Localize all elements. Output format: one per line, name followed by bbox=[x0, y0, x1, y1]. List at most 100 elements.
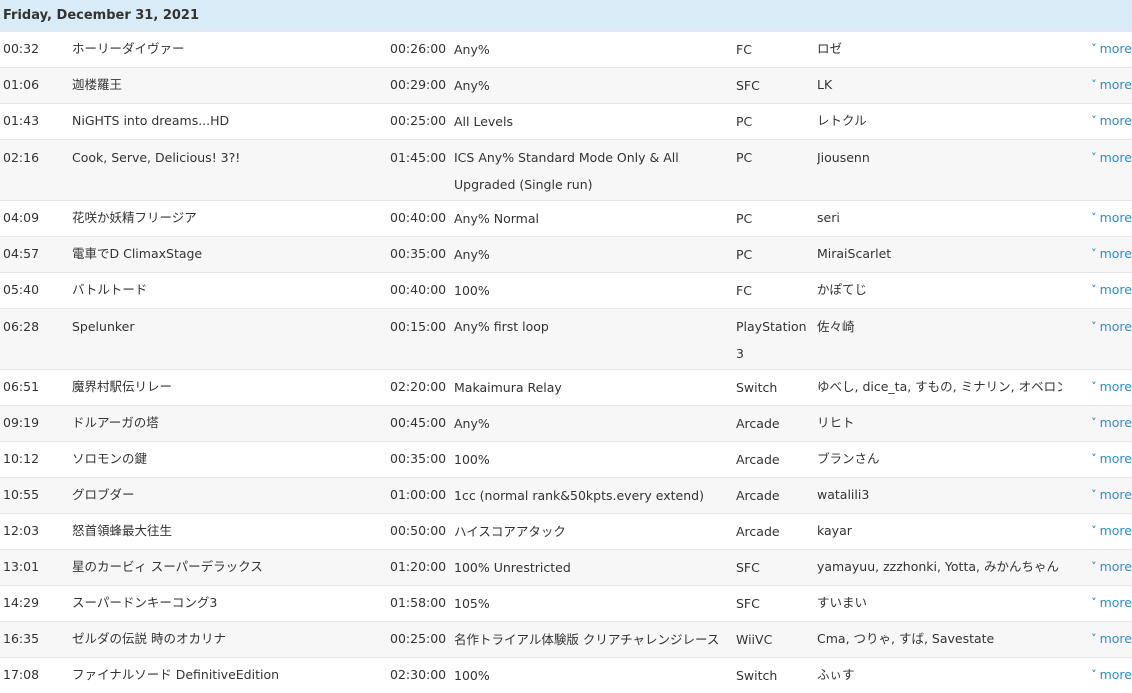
category: Any% first loop bbox=[454, 309, 736, 370]
game-title: ソロモンの鍵 bbox=[72, 442, 390, 478]
platform: Arcade bbox=[736, 478, 817, 514]
estimate: 01:45:00 bbox=[390, 140, 454, 201]
schedule-table: 00:32 ホーリーダイヴァー 00:26:00 Any% FC ロゼ ˅mor… bbox=[0, 31, 1132, 693]
more-cell: ˅more bbox=[1062, 622, 1132, 658]
more-link[interactable]: ˅more bbox=[1091, 32, 1132, 67]
schedule-row: 17:08 ファイナルソード DefinitiveEdition 02:30:0… bbox=[0, 658, 1132, 693]
schedule-row: 06:28 Spelunker 00:15:00 Any% first loop… bbox=[0, 309, 1132, 370]
chevron-down-icon: ˅ bbox=[1091, 452, 1097, 465]
more-link[interactable]: ˅more bbox=[1091, 478, 1132, 513]
start-time: 04:09 bbox=[0, 201, 72, 237]
runners: seri bbox=[817, 201, 1062, 237]
category: Makaimura Relay bbox=[454, 370, 736, 406]
estimate: 00:35:00 bbox=[390, 237, 454, 273]
platform: FC bbox=[736, 32, 817, 68]
platform: PC bbox=[736, 140, 817, 201]
chevron-down-icon: ˅ bbox=[1091, 247, 1097, 260]
runners: すいまい bbox=[817, 586, 1062, 622]
schedule-row: 12:03 怒首領蜂最大往生 00:50:00 ハイスコアアタック Arcade… bbox=[0, 514, 1132, 550]
more-link[interactable]: ˅more bbox=[1091, 273, 1132, 308]
schedule-row: 13:01 星のカービィ スーパーデラックス 01:20:00 100% Unr… bbox=[0, 550, 1132, 586]
day-header: Friday, December 31, 2021 bbox=[0, 0, 1132, 31]
schedule-row: 02:16 Cook, Serve, Delicious! 3?! 01:45:… bbox=[0, 140, 1132, 201]
category: ICS Any% Standard Mode Only & All Upgrad… bbox=[454, 140, 736, 201]
more-label: more bbox=[1100, 415, 1132, 430]
category: ハイスコアアタック bbox=[454, 514, 736, 550]
chevron-down-icon: ˅ bbox=[1091, 78, 1097, 91]
category: 名作トライアル体験版 クリアチャレンジレース bbox=[454, 622, 736, 658]
start-time: 13:01 bbox=[0, 550, 72, 586]
more-link[interactable]: ˅more bbox=[1091, 550, 1132, 585]
more-cell: ˅more bbox=[1062, 104, 1132, 140]
more-link[interactable]: ˅more bbox=[1091, 442, 1132, 477]
more-label: more bbox=[1100, 282, 1132, 297]
platform: Arcade bbox=[736, 442, 817, 478]
start-time: 06:51 bbox=[0, 370, 72, 406]
estimate: 00:40:00 bbox=[390, 273, 454, 309]
more-link[interactable]: ˅more bbox=[1091, 622, 1132, 657]
platform: WiiVC bbox=[736, 622, 817, 658]
chevron-down-icon: ˅ bbox=[1091, 416, 1097, 429]
estimate: 02:30:00 bbox=[390, 658, 454, 693]
platform: FC bbox=[736, 273, 817, 309]
chevron-down-icon: ˅ bbox=[1091, 211, 1097, 224]
more-link[interactable]: ˅more bbox=[1091, 201, 1132, 236]
start-time: 10:55 bbox=[0, 478, 72, 514]
chevron-down-icon: ˅ bbox=[1091, 320, 1097, 333]
more-link[interactable]: ˅more bbox=[1091, 313, 1132, 341]
more-link[interactable]: ˅more bbox=[1091, 406, 1132, 441]
category: Any% bbox=[454, 68, 736, 104]
game-title: 怒首領蜂最大往生 bbox=[72, 514, 390, 550]
category: 100% bbox=[454, 658, 736, 693]
runners: ゆべし, dice_ta, すもの, ミナリン, オベロン bbox=[817, 370, 1062, 406]
schedule-row: 00:32 ホーリーダイヴァー 00:26:00 Any% FC ロゼ ˅mor… bbox=[0, 32, 1132, 68]
chevron-down-icon: ˅ bbox=[1091, 283, 1097, 296]
start-time: 01:43 bbox=[0, 104, 72, 140]
start-time: 09:19 bbox=[0, 406, 72, 442]
start-time: 00:32 bbox=[0, 32, 72, 68]
chevron-down-icon: ˅ bbox=[1091, 632, 1097, 645]
game-title: Cook, Serve, Delicious! 3?! bbox=[72, 140, 390, 201]
schedule-row: 05:40 バトルトード 00:40:00 100% FC かぽてじ ˅more bbox=[0, 273, 1132, 309]
more-label: more bbox=[1100, 113, 1132, 128]
platform: SFC bbox=[736, 550, 817, 586]
more-cell: ˅more bbox=[1062, 201, 1132, 237]
start-time: 17:08 bbox=[0, 658, 72, 693]
more-cell: ˅more bbox=[1062, 309, 1132, 370]
more-link[interactable]: ˅more bbox=[1091, 658, 1132, 693]
more-link[interactable]: ˅more bbox=[1091, 144, 1132, 172]
platform: SFC bbox=[736, 586, 817, 622]
runners: リヒト bbox=[817, 406, 1062, 442]
start-time: 01:06 bbox=[0, 68, 72, 104]
more-link[interactable]: ˅more bbox=[1091, 586, 1132, 621]
more-link[interactable]: ˅more bbox=[1091, 68, 1132, 103]
platform: SFC bbox=[736, 68, 817, 104]
game-title: ドルアーガの塔 bbox=[72, 406, 390, 442]
runners: 佐々崎 bbox=[817, 309, 1062, 370]
more-link[interactable]: ˅more bbox=[1091, 370, 1132, 405]
game-title: 魔界村駅伝リレー bbox=[72, 370, 390, 406]
game-title: スーパードンキーコング3 bbox=[72, 586, 390, 622]
category: All Levels bbox=[454, 104, 736, 140]
more-label: more bbox=[1100, 595, 1132, 610]
estimate: 01:00:00 bbox=[390, 478, 454, 514]
runners: watalili3 bbox=[817, 478, 1062, 514]
platform: PC bbox=[736, 104, 817, 140]
more-label: more bbox=[1100, 631, 1132, 646]
more-link[interactable]: ˅more bbox=[1091, 237, 1132, 272]
category: Any% Normal bbox=[454, 201, 736, 237]
more-link[interactable]: ˅more bbox=[1091, 514, 1132, 549]
category: Any% bbox=[454, 406, 736, 442]
more-label: more bbox=[1100, 523, 1132, 538]
more-label: more bbox=[1100, 246, 1132, 261]
more-label: more bbox=[1100, 667, 1132, 682]
more-cell: ˅more bbox=[1062, 68, 1132, 104]
more-link[interactable]: ˅more bbox=[1091, 104, 1132, 139]
more-cell: ˅more bbox=[1062, 273, 1132, 309]
platform: Switch bbox=[736, 658, 817, 693]
more-cell: ˅more bbox=[1062, 658, 1132, 693]
game-title: NiGHTS into dreams...HD bbox=[72, 104, 390, 140]
runners: ふぃす bbox=[817, 658, 1062, 693]
runners: Jiousenn bbox=[817, 140, 1062, 201]
chevron-down-icon: ˅ bbox=[1091, 151, 1097, 164]
